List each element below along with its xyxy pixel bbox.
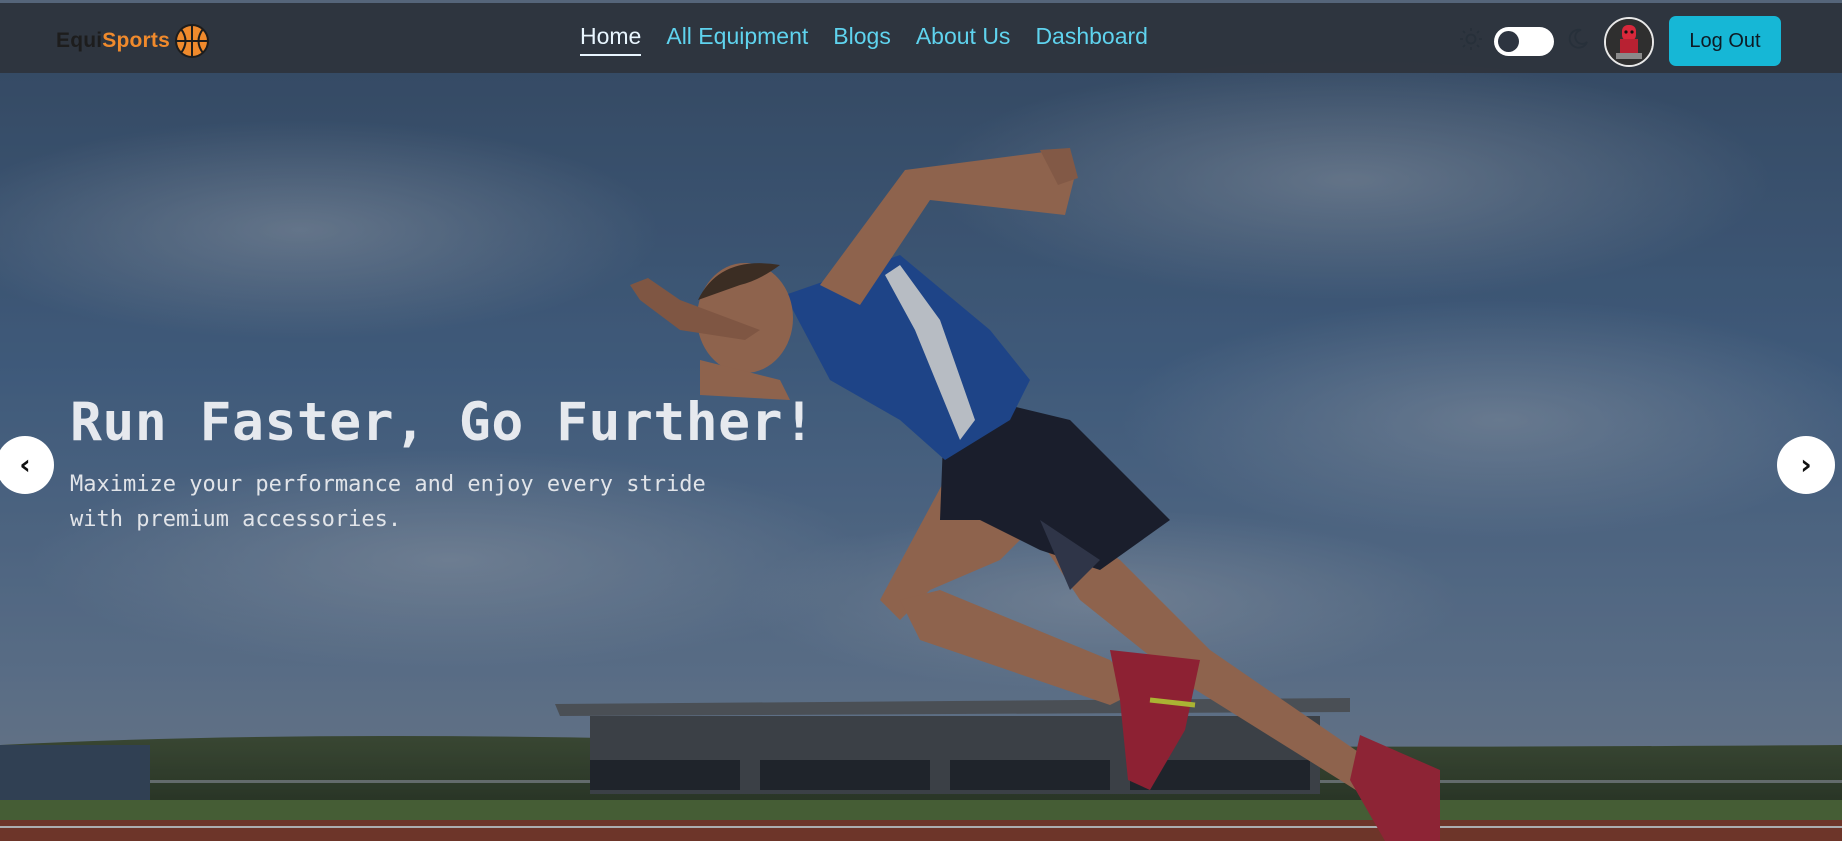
primary-nav: Home All Equipment Blogs About Us Dashbo… <box>580 23 1173 56</box>
basketball-icon <box>175 24 210 58</box>
user-avatar[interactable] <box>1604 17 1654 67</box>
carousel-next-button[interactable]: › <box>1777 436 1835 494</box>
hero-subtitle: Maximize your performance and enjoy ever… <box>70 472 706 532</box>
hero-title: Run Faster, Go Further! <box>70 392 816 453</box>
sun-icon <box>1460 28 1482 50</box>
brand-name-part2: Sports <box>102 29 171 52</box>
nav-home[interactable]: Home <box>580 23 642 56</box>
theme-toggle[interactable] <box>1494 27 1554 56</box>
avatar-image <box>1606 19 1652 65</box>
logout-button[interactable]: Log Out <box>1669 16 1781 66</box>
theme-toggle-knob <box>1498 31 1519 52</box>
brand-logo[interactable]: EquiSports <box>56 21 210 61</box>
top-navbar: EquiSports Home All Equipment Blogs Abou… <box>0 0 1842 73</box>
nav-about-us[interactable]: About Us <box>916 23 1011 56</box>
moon-icon <box>1568 28 1588 49</box>
nav-dashboard[interactable]: Dashboard <box>1035 23 1148 56</box>
brand-name-part1: Equi <box>56 29 103 52</box>
nav-all-equipment[interactable]: All Equipment <box>666 23 808 56</box>
brand-name: EquiSports <box>56 29 170 53</box>
nav-blogs[interactable]: Blogs <box>833 23 891 56</box>
